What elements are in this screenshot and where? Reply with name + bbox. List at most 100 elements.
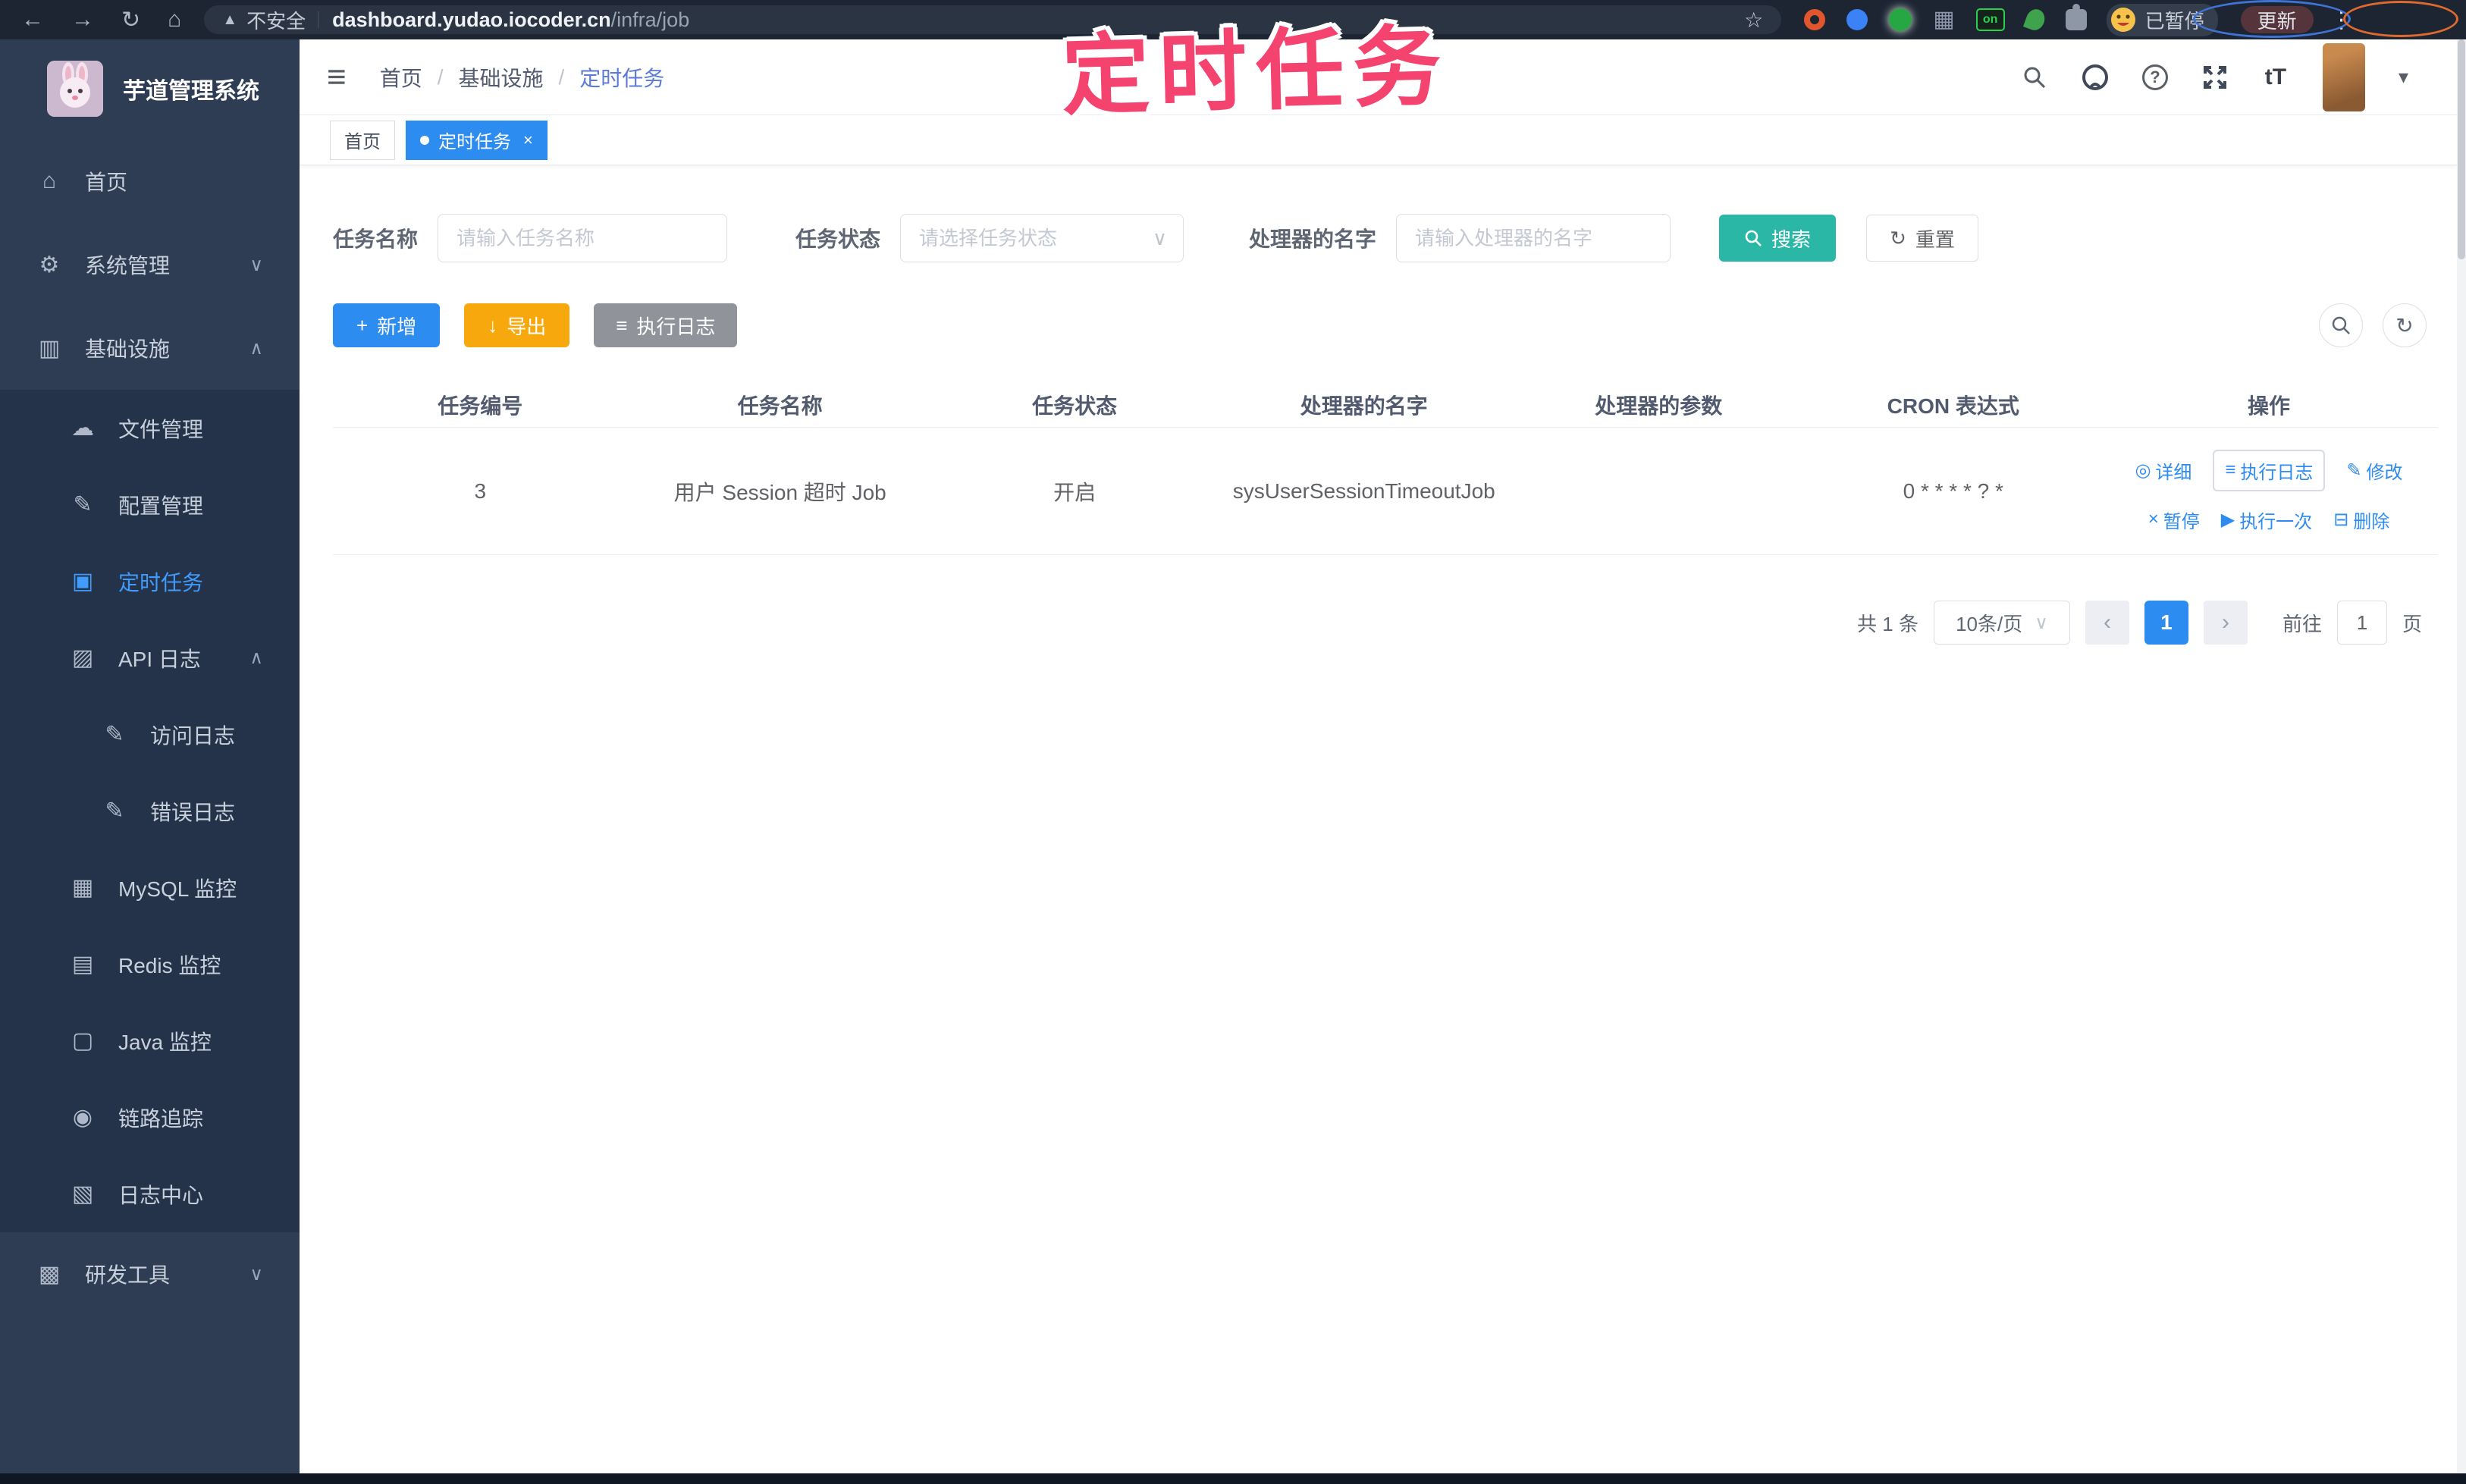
run-once-label: 执行一次 (2239, 511, 2313, 532)
eye-icon: ◎ (2135, 460, 2151, 481)
tab-scheduled-jobs[interactable]: 定时任务 × (406, 120, 547, 160)
cell-cron: 0 * * * * ? * (1903, 478, 2003, 503)
app-logo-row[interactable]: 芋道管理系统 (0, 39, 300, 140)
sidebar-item-config-mgmt[interactable]: ✎ 配置管理 (0, 466, 300, 543)
cell-job-name: 用户 Session 超时 Job (673, 480, 886, 504)
scrollbar-thumb[interactable] (2458, 39, 2465, 259)
navbar-actions: ? tT ▾ (2021, 42, 2457, 111)
job-status-select-input[interactable] (900, 214, 1184, 262)
detail-link[interactable]: ◎ 详细 (2135, 457, 2191, 484)
browser-menu-kebab-icon[interactable]: ⋮ (2330, 7, 2353, 33)
bottom-edge-bar (0, 1473, 2466, 1484)
detail-label: 详细 (2155, 462, 2192, 483)
sidebar-item-dev-tools[interactable]: ▩ 研发工具 ∨ (0, 1232, 300, 1316)
sidebar-item-scheduled-jobs[interactable]: ▣ 定时任务 (0, 543, 300, 620)
table-toolbar: + 新增 ↓ 导出 ≡ 执行日志 ↻ (333, 303, 2437, 347)
browser-update-button[interactable]: 更新 (2240, 6, 2314, 33)
table-tools: ↻ (2319, 303, 2427, 347)
search-button[interactable]: 搜索 (1719, 215, 1837, 262)
sidebar-collapse-icon[interactable]: ≡ (327, 58, 347, 96)
font-size-icon[interactable]: tT (2262, 64, 2289, 91)
edit-square-icon: ✎ (73, 492, 93, 517)
sidebar-item-home[interactable]: ⌂ 首页 (0, 140, 300, 223)
sidebar-item-system-mgmt[interactable]: ⚙ 系统管理 ∨ (0, 223, 300, 306)
sidebar-item-label: 访问日志 (150, 723, 236, 748)
forward-icon[interactable]: → (71, 7, 94, 33)
delete-link[interactable]: ⊟ 删除 (2333, 507, 2389, 533)
github-icon[interactable] (2082, 64, 2109, 91)
page-size-select[interactable]: 10条/页 ∨ (1933, 601, 2070, 645)
job-name-input[interactable] (438, 214, 728, 262)
export-button[interactable]: ↓ 导出 (464, 303, 570, 347)
page-scrollbar[interactable] (2457, 39, 2466, 1473)
browser-profile-chip[interactable]: 已暂停 (2106, 3, 2218, 36)
execution-log-button[interactable]: ≡ 执行日志 (594, 303, 738, 347)
row-execution-log-link[interactable]: ≡ 执行日志 (2213, 449, 2326, 491)
extension-blue-icon[interactable] (1846, 9, 1868, 30)
pause-label: 暂停 (2163, 511, 2200, 532)
api-log-icon: ▨ (71, 645, 94, 670)
profile-status-label: 已暂停 (2144, 9, 2204, 33)
execution-log-button-label: 执行日志 (636, 315, 716, 338)
reload-icon[interactable]: ↻ (121, 7, 140, 33)
extension-green-icon[interactable] (1889, 8, 1912, 31)
bookmark-star-icon[interactable]: ☆ (1744, 8, 1763, 33)
close-icon[interactable]: × (523, 130, 533, 150)
extension-orange-icon[interactable] (1804, 9, 1826, 30)
sidebar-item-mysql-monitor[interactable]: ▦ MySQL 监控 (0, 849, 300, 926)
address-bar[interactable]: ▲ 不安全 dashboard.yudao.iocoder.cn /infra/… (204, 5, 1782, 34)
app-logo-avatar (47, 61, 103, 117)
sidebar-item-api-log[interactable]: ▨ API 日志 ∧ (0, 620, 300, 696)
goto-page-input[interactable] (2336, 601, 2387, 645)
breadcrumb: 首页 / 基础设施 / 定时任务 (380, 62, 665, 93)
caret-down-icon[interactable]: ▾ (2399, 65, 2408, 89)
toggle-search-icon-button[interactable] (2319, 303, 2363, 347)
update-label: 更新 (2257, 9, 2297, 33)
sidebar-item-label: API 日志 (118, 647, 201, 671)
reset-button[interactable]: ↻ 重置 (1866, 215, 1978, 262)
reset-button-label: 重置 (1915, 227, 1955, 251)
extension-grid-icon[interactable]: ▦ (1933, 8, 1954, 31)
sidebar-item-infrastructure[interactable]: ▥ 基础设施 ∧ (0, 306, 300, 390)
breadcrumb-infrastructure[interactable]: 基础设施 (458, 62, 543, 93)
page-number-1[interactable]: 1 (2144, 601, 2188, 645)
extensions-puzzle-icon[interactable] (2065, 4, 2087, 30)
run-once-link[interactable]: ▶ 执行一次 (2221, 507, 2312, 533)
next-page-button[interactable]: › (2203, 601, 2248, 645)
add-button[interactable]: + 新增 (333, 303, 441, 347)
sidebar-item-java-monitor[interactable]: ▢ Java 监控 (0, 1002, 300, 1079)
table-header-row: 任务编号 任务名称 任务状态 处理器的名字 处理器的参数 CRON 表达式 操作 (333, 382, 2437, 428)
search-icon (2332, 316, 2350, 334)
sidebar-item-label: 基础设施 (85, 337, 171, 361)
prev-page-button[interactable]: ‹ (2085, 601, 2129, 645)
breadcrumb-home[interactable]: 首页 (380, 62, 422, 93)
sidebar-item-label: 定时任务 (118, 570, 204, 595)
security-label[interactable]: 不安全 (246, 6, 306, 34)
sidebar-item-label: 配置管理 (118, 494, 204, 518)
cell-job-status: 开启 (1053, 480, 1097, 504)
handler-name-input[interactable] (1396, 214, 1671, 262)
edit-link[interactable]: ✎ 修改 (2346, 457, 2402, 484)
sidebar-item-log-center[interactable]: ▧ 日志中心 (0, 1156, 300, 1232)
browser-home-icon[interactable]: ⌂ (168, 7, 181, 33)
sidebar-item-trace[interactable]: ◉ 链路追踪 (0, 1079, 300, 1156)
sidebar-item-redis-monitor[interactable]: ▤ Redis 监控 (0, 926, 300, 1002)
extension-on-badge-icon[interactable]: on (1975, 8, 2005, 31)
refresh-icon-button[interactable]: ↻ (2383, 303, 2427, 347)
table-row: 3 用户 Session 超时 Job 开启 sysUserSessionTim… (333, 428, 2437, 555)
sidebar-item-label: MySQL 监控 (118, 877, 237, 901)
help-icon[interactable]: ? (2141, 64, 2168, 90)
sidebar-item-file-mgmt[interactable]: ☁ 文件管理 (0, 390, 300, 466)
extension-leaf-icon[interactable] (2022, 6, 2047, 33)
sidebar-item-error-log[interactable]: ✎ 错误日志 (0, 773, 300, 849)
search-icon[interactable] (2021, 64, 2048, 91)
sidebar-item-access-log[interactable]: ✎ 访问日志 (0, 696, 300, 773)
url-path: /infra/job (610, 8, 690, 31)
user-avatar[interactable] (2322, 42, 2365, 111)
pause-link[interactable]: × 暂停 (2148, 507, 2200, 533)
back-icon[interactable]: ← (21, 7, 44, 33)
job-status-select[interactable]: ∨ (900, 214, 1184, 262)
tab-home[interactable]: 首页 (330, 120, 395, 160)
fullscreen-icon[interactable] (2201, 64, 2229, 91)
log-center-icon: ▧ (71, 1181, 94, 1206)
